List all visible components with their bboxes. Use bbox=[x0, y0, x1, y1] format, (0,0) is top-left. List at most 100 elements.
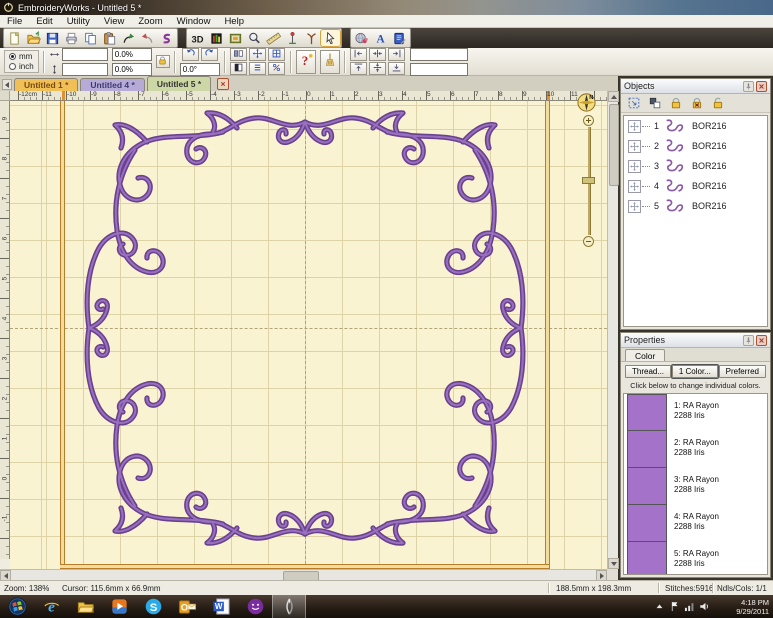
paste-button[interactable] bbox=[100, 30, 119, 46]
object-row[interactable]: 3BOR216 bbox=[624, 156, 767, 176]
object-move-handle[interactable] bbox=[628, 120, 641, 133]
redo-button[interactable] bbox=[119, 30, 138, 46]
align-center-button[interactable] bbox=[369, 48, 386, 61]
tab-scroll-left-button[interactable] bbox=[2, 79, 12, 90]
object-row[interactable]: 4BOR216 bbox=[624, 176, 767, 196]
tab-untitled-1[interactable]: Untitled 1 * bbox=[14, 78, 78, 91]
start-button[interactable] bbox=[0, 595, 34, 618]
menu-file[interactable]: File bbox=[0, 15, 29, 27]
branch-tool-button[interactable] bbox=[302, 30, 321, 46]
object-row[interactable]: 5BOR216 bbox=[624, 196, 767, 216]
view-3d-button[interactable]: 3D bbox=[188, 30, 207, 46]
pos-y-input[interactable] bbox=[410, 63, 468, 76]
zoom-in-button[interactable] bbox=[583, 115, 594, 126]
outlook-button[interactable]: O bbox=[170, 595, 204, 618]
unit-mm-radio[interactable]: mm bbox=[9, 52, 34, 61]
measure-tool-button[interactable] bbox=[264, 30, 283, 46]
undo-button[interactable] bbox=[138, 30, 157, 46]
scroll-down-button[interactable] bbox=[608, 558, 619, 569]
mirror-horizontal-button[interactable] bbox=[230, 48, 247, 61]
cleanup-button[interactable] bbox=[320, 50, 340, 74]
media-player-button[interactable] bbox=[102, 595, 136, 618]
object-row[interactable]: 1BOR216 bbox=[624, 116, 767, 136]
word-button[interactable]: W bbox=[204, 595, 238, 618]
vertical-scroll-thumb[interactable] bbox=[609, 104, 619, 186]
tab-untitled-5[interactable]: Untitled 5 * bbox=[147, 76, 211, 91]
pin-objects-panel-button[interactable] bbox=[743, 81, 754, 92]
embroidery-app-button[interactable] bbox=[272, 595, 306, 618]
scroll-up-button[interactable] bbox=[608, 91, 619, 102]
thread-palette-button[interactable] bbox=[207, 30, 226, 46]
object-move-handle[interactable] bbox=[628, 140, 641, 153]
tray-expand-button[interactable] bbox=[653, 600, 666, 613]
embroidery-design[interactable] bbox=[75, 106, 535, 550]
width-input[interactable] bbox=[62, 48, 108, 61]
explorer-button[interactable] bbox=[68, 595, 102, 618]
menu-zoom[interactable]: Zoom bbox=[131, 15, 169, 27]
color-row[interactable]: 2: RA Rayon2288 Iris bbox=[624, 431, 767, 468]
save-button[interactable] bbox=[43, 30, 62, 46]
lettering-button[interactable]: A bbox=[371, 30, 390, 46]
background-image-button[interactable] bbox=[226, 30, 245, 46]
design-notes-button[interactable] bbox=[390, 30, 409, 46]
open-button[interactable] bbox=[24, 30, 43, 46]
lock-button[interactable] bbox=[667, 96, 685, 111]
menu-window[interactable]: Window bbox=[170, 15, 218, 27]
align-top-button[interactable] bbox=[350, 62, 367, 75]
close-document-button[interactable] bbox=[217, 78, 229, 90]
align-right-button[interactable] bbox=[388, 48, 405, 61]
unlock-button[interactable] bbox=[709, 96, 727, 111]
pan-compass[interactable]: N bbox=[576, 92, 597, 113]
select-objects-button[interactable] bbox=[625, 96, 643, 111]
color-swatch[interactable] bbox=[627, 430, 667, 468]
trim-button[interactable] bbox=[268, 62, 285, 75]
group-order-button[interactable] bbox=[646, 96, 664, 111]
zoom-slider-thumb[interactable] bbox=[582, 177, 595, 184]
color-swatch[interactable] bbox=[627, 394, 667, 431]
object-row[interactable]: 2BOR216 bbox=[624, 136, 767, 156]
title-bar[interactable]: EmbroideryWorks - Untitled 5 * bbox=[0, 0, 773, 15]
center-design-button[interactable] bbox=[249, 48, 266, 61]
one-color-button[interactable]: 1 Color... bbox=[672, 365, 718, 378]
select-tool-button[interactable] bbox=[321, 30, 340, 46]
color-swatch[interactable] bbox=[627, 541, 667, 575]
height-input[interactable] bbox=[62, 63, 108, 76]
tab-color[interactable]: Color bbox=[625, 349, 665, 361]
unit-inch-radio[interactable]: inch bbox=[9, 62, 34, 71]
density-button[interactable] bbox=[249, 62, 266, 75]
color-swatch[interactable] bbox=[627, 504, 667, 542]
scale-y-input[interactable] bbox=[112, 63, 152, 76]
stitch-edit-button[interactable] bbox=[157, 30, 176, 46]
color-row[interactable]: 3: RA Rayon2288 Iris bbox=[624, 468, 767, 505]
object-move-handle[interactable] bbox=[628, 200, 641, 213]
close-properties-panel-button[interactable] bbox=[756, 335, 767, 346]
contrast-button[interactable] bbox=[230, 62, 247, 75]
design-canvas[interactable] bbox=[10, 101, 607, 569]
action-center-button[interactable] bbox=[668, 600, 681, 613]
scale-x-input[interactable] bbox=[112, 48, 152, 61]
color-row[interactable]: 1: RA Rayon2288 Iris bbox=[624, 394, 767, 431]
object-move-handle[interactable] bbox=[628, 160, 641, 173]
thread-button[interactable]: Thread... bbox=[625, 365, 671, 378]
rotate-left-button[interactable] bbox=[182, 48, 199, 61]
close-objects-panel-button[interactable] bbox=[756, 81, 767, 92]
align-middle-button[interactable] bbox=[369, 62, 386, 75]
zoom-out-button[interactable] bbox=[583, 236, 594, 247]
pos-x-input[interactable] bbox=[410, 48, 468, 61]
zoom-tool-button[interactable] bbox=[245, 30, 264, 46]
menu-view[interactable]: View bbox=[97, 15, 131, 27]
taskbar-clock[interactable]: 4:18 PM 9/29/2011 bbox=[715, 598, 769, 616]
preferred-button[interactable]: Preferred bbox=[719, 365, 766, 378]
angle-input[interactable] bbox=[180, 63, 220, 76]
color-row[interactable]: 5: RA Rayon2288 Iris bbox=[624, 542, 767, 575]
object-move-handle[interactable] bbox=[628, 180, 641, 193]
copy-button[interactable] bbox=[81, 30, 100, 46]
tab-untitled-4[interactable]: Untitled 4 * bbox=[80, 78, 144, 91]
color-row[interactable]: 4: RA Rayon2288 Iris bbox=[624, 505, 767, 542]
yahoo-messenger-button[interactable] bbox=[238, 595, 272, 618]
pin-tool-button[interactable] bbox=[283, 30, 302, 46]
menu-help[interactable]: Help bbox=[217, 15, 251, 27]
menu-utility[interactable]: Utility bbox=[60, 15, 97, 27]
lock-x-button[interactable] bbox=[688, 96, 706, 111]
monogram-button[interactable] bbox=[352, 30, 371, 46]
